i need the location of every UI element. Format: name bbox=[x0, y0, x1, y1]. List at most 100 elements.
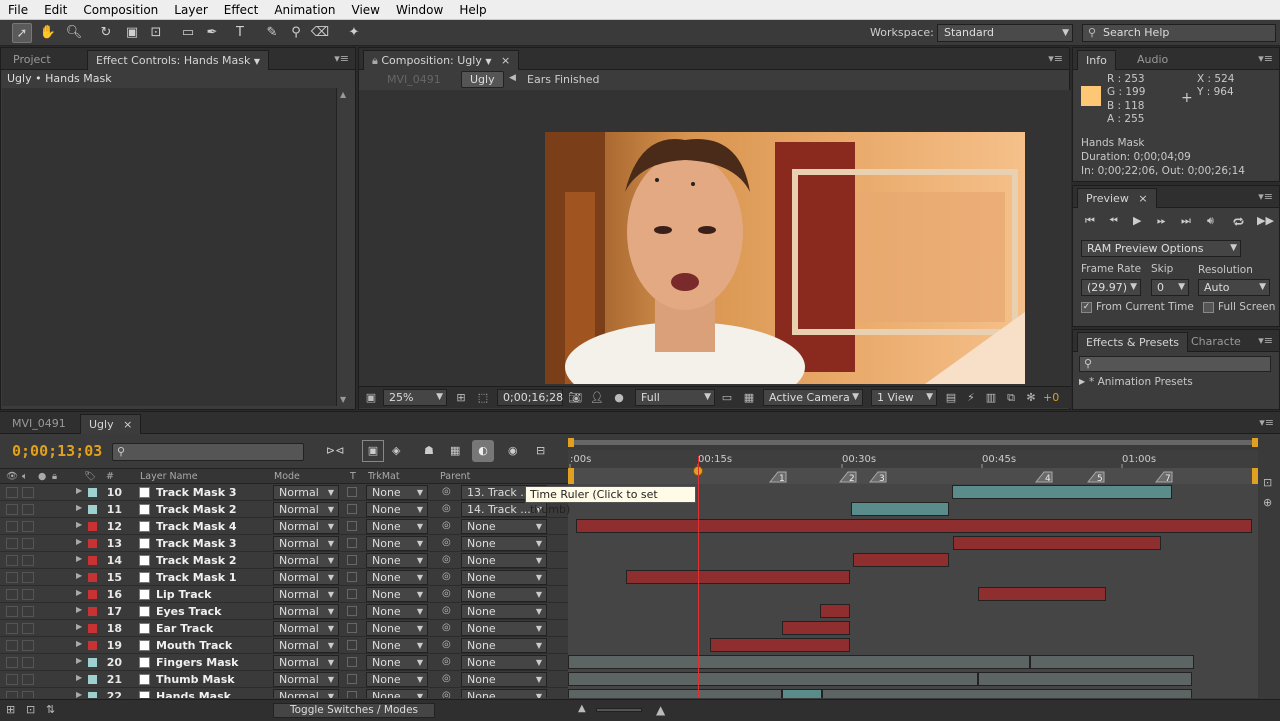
frame-rate-select[interactable]: (29.97) ▼ bbox=[1081, 279, 1141, 296]
exposure-value[interactable]: +0 bbox=[1043, 390, 1059, 406]
expand-triangle-icon[interactable]: ▶ bbox=[76, 622, 82, 631]
visibility-toggle[interactable] bbox=[6, 521, 18, 532]
fast-previews-icon[interactable]: ⚡︎ bbox=[963, 390, 979, 406]
expand-triangle-icon[interactable]: ▶ bbox=[76, 690, 82, 698]
layer-row[interactable]: ▶ 19 Mouth Track Normal ▼ None ▼ ◎ None ▼ bbox=[0, 637, 568, 654]
menu-view[interactable]: View bbox=[344, 0, 388, 20]
layer-row[interactable]: ▶ 14 Track Mask 2 Normal ▼ None ▼ ◎ None ▼ bbox=[0, 552, 568, 569]
visibility-toggle[interactable] bbox=[6, 487, 18, 498]
transfer-controls-icon[interactable]: ⊡ bbox=[26, 703, 35, 716]
grid-guides-icon[interactable]: ⊞ bbox=[453, 390, 469, 406]
scroll-up-icon[interactable]: ▲ bbox=[340, 90, 346, 99]
zoom-in-icon[interactable]: ▲ bbox=[656, 703, 665, 717]
mode-select[interactable]: Normal ▼ bbox=[273, 621, 339, 636]
layer-name[interactable]: Track Mask 2 bbox=[156, 503, 237, 516]
label-color-swatch[interactable] bbox=[88, 590, 97, 599]
zoom-slider[interactable] bbox=[596, 708, 642, 712]
pickwhip-icon[interactable]: ◎ bbox=[442, 588, 451, 599]
rotate-tool-icon[interactable]: ↻ bbox=[96, 23, 116, 43]
audio-toggle[interactable] bbox=[22, 640, 34, 651]
pickwhip-icon[interactable]: ◎ bbox=[442, 690, 451, 698]
label-color-swatch[interactable] bbox=[88, 556, 97, 565]
layer-duration-bar[interactable] bbox=[822, 689, 1192, 698]
parent-select[interactable]: None ▼ bbox=[461, 672, 547, 687]
region-of-interest-icon[interactable]: ▭ bbox=[719, 390, 735, 406]
timeline-search-input[interactable]: ⚲ bbox=[112, 443, 304, 461]
visibility-toggle[interactable] bbox=[6, 657, 18, 668]
audio-toggle[interactable] bbox=[22, 606, 34, 617]
tab-ugly[interactable]: Ugly × bbox=[80, 414, 142, 434]
layer-name[interactable]: Track Mask 2 bbox=[156, 554, 237, 567]
col-mode[interactable]: Mode bbox=[274, 471, 300, 482]
pickwhip-icon[interactable]: ◎ bbox=[442, 537, 451, 548]
col-t[interactable]: T bbox=[350, 471, 356, 482]
preserve-transparency-checkbox[interactable] bbox=[347, 504, 357, 514]
magnification-select[interactable]: 25% ▼ bbox=[383, 389, 447, 406]
preserve-transparency-checkbox[interactable] bbox=[347, 674, 357, 684]
layer-row[interactable]: ▶ 16 Lip Track Normal ▼ None ▼ ◎ None ▼ bbox=[0, 586, 568, 603]
mode-select[interactable]: Normal ▼ bbox=[273, 655, 339, 670]
mode-select[interactable]: Normal ▼ bbox=[273, 502, 339, 517]
effects-search-input[interactable]: ⚲ bbox=[1079, 356, 1271, 372]
label-color-swatch[interactable] bbox=[88, 539, 97, 548]
trkmat-select[interactable]: None ▼ bbox=[366, 536, 428, 551]
loop-icon[interactable]: 🔁︎ bbox=[1233, 214, 1244, 230]
expand-triangle-icon[interactable]: ▶ bbox=[76, 639, 82, 648]
close-icon[interactable]: × bbox=[1138, 192, 1147, 205]
tab-preview[interactable]: Preview × bbox=[1077, 188, 1157, 208]
trkmat-select[interactable]: None ▼ bbox=[366, 604, 428, 619]
menu-file[interactable]: File bbox=[0, 0, 36, 20]
preview-resolution-select[interactable]: Auto ▼ bbox=[1198, 279, 1270, 296]
tab-info[interactable]: Info bbox=[1077, 50, 1116, 70]
tab-mvi-0491[interactable]: MVI_0491 bbox=[4, 414, 74, 434]
layer-row[interactable]: ▶ 22 Hands Mask Normal ▼ None ▼ ◎ None ▼ bbox=[0, 688, 568, 698]
layer-row[interactable]: ▶ 12 Track Mask 4 Normal ▼ None ▼ ◎ None ▼ bbox=[0, 518, 568, 535]
chevron-right-icon[interactable]: ▶ bbox=[1079, 377, 1085, 386]
parent-select[interactable]: None ▼ bbox=[461, 553, 547, 568]
time-ruler[interactable]: :00s 00:15s 00:30s 00:45s 01:00s 1 2 3 4 5 7 bbox=[568, 434, 1258, 484]
audio-toggle[interactable] bbox=[22, 589, 34, 600]
trkmat-select[interactable]: None ▼ bbox=[366, 621, 428, 636]
scroll-down-icon[interactable]: ▼ bbox=[340, 395, 346, 404]
search-help-input[interactable]: ⚲ Search Help bbox=[1082, 24, 1276, 42]
zoom-tool-icon[interactable]: 🔍︎ bbox=[64, 23, 84, 43]
pickwhip-icon[interactable]: ◎ bbox=[442, 656, 451, 667]
layer-duration-bar[interactable] bbox=[568, 689, 782, 698]
comp-button-icon[interactable]: ⊡ bbox=[1263, 476, 1272, 489]
pickwhip-icon[interactable]: ◎ bbox=[442, 622, 451, 633]
live-update-icon[interactable]: ▣ bbox=[362, 440, 384, 462]
show-snapshot-icon[interactable]: 👤︎ bbox=[589, 390, 605, 406]
col-parent[interactable]: Parent bbox=[440, 471, 470, 482]
layer-row[interactable]: ▶ 20 Fingers Mask Normal ▼ None ▼ ◎ None ▼ bbox=[0, 654, 568, 671]
layer-name[interactable]: Ear Track bbox=[156, 622, 213, 635]
reset-exposure-icon[interactable]: ✻ bbox=[1023, 390, 1039, 406]
layer-duration-bar[interactable] bbox=[952, 485, 1172, 499]
type-tool-icon[interactable]: T bbox=[230, 23, 250, 43]
tab-composition[interactable]: 🔒︎ Composition: Ugly ▼ × bbox=[363, 50, 520, 70]
pickwhip-icon[interactable]: ◎ bbox=[442, 486, 451, 497]
draft-3d-icon[interactable]: ◈ bbox=[392, 444, 400, 457]
audio-icon[interactable]: 🔊︎ bbox=[1207, 214, 1214, 228]
breadcrumb-next[interactable]: Ears Finished bbox=[527, 73, 600, 86]
menu-animation[interactable]: Animation bbox=[266, 0, 343, 20]
toggle-pixel-aspect-icon[interactable]: ▤ bbox=[943, 390, 959, 406]
label-color-swatch[interactable] bbox=[88, 658, 97, 667]
audio-toggle[interactable] bbox=[22, 521, 34, 532]
parent-select[interactable]: None ▼ bbox=[461, 587, 547, 602]
breadcrumb-prev[interactable]: MVI_0491 bbox=[387, 73, 441, 86]
tab-audio[interactable]: Audio bbox=[1129, 50, 1176, 70]
layer-name[interactable]: Track Mask 1 bbox=[156, 571, 237, 584]
preserve-transparency-checkbox[interactable] bbox=[347, 606, 357, 616]
visibility-toggle[interactable] bbox=[6, 572, 18, 583]
menu-layer[interactable]: Layer bbox=[166, 0, 215, 20]
full-screen-checkbox[interactable] bbox=[1203, 302, 1214, 313]
trkmat-select[interactable]: None ▼ bbox=[366, 485, 428, 500]
layer-duration-bar[interactable] bbox=[710, 638, 850, 652]
tab-project[interactable]: Project bbox=[5, 50, 59, 70]
panel-menu-icon[interactable]: ▾≡ bbox=[1258, 190, 1273, 203]
tab-character[interactable]: Characte bbox=[1183, 332, 1249, 352]
layer-switches-icon[interactable]: ⊞ bbox=[6, 703, 15, 716]
workspace-select[interactable]: Standard ▼ bbox=[937, 24, 1073, 42]
layer-row[interactable]: ▶ 11 Track Mask 2 Normal ▼ None ▼ ◎ 14. Track ..… bbox=[0, 501, 568, 518]
trkmat-select[interactable]: None ▼ bbox=[366, 553, 428, 568]
